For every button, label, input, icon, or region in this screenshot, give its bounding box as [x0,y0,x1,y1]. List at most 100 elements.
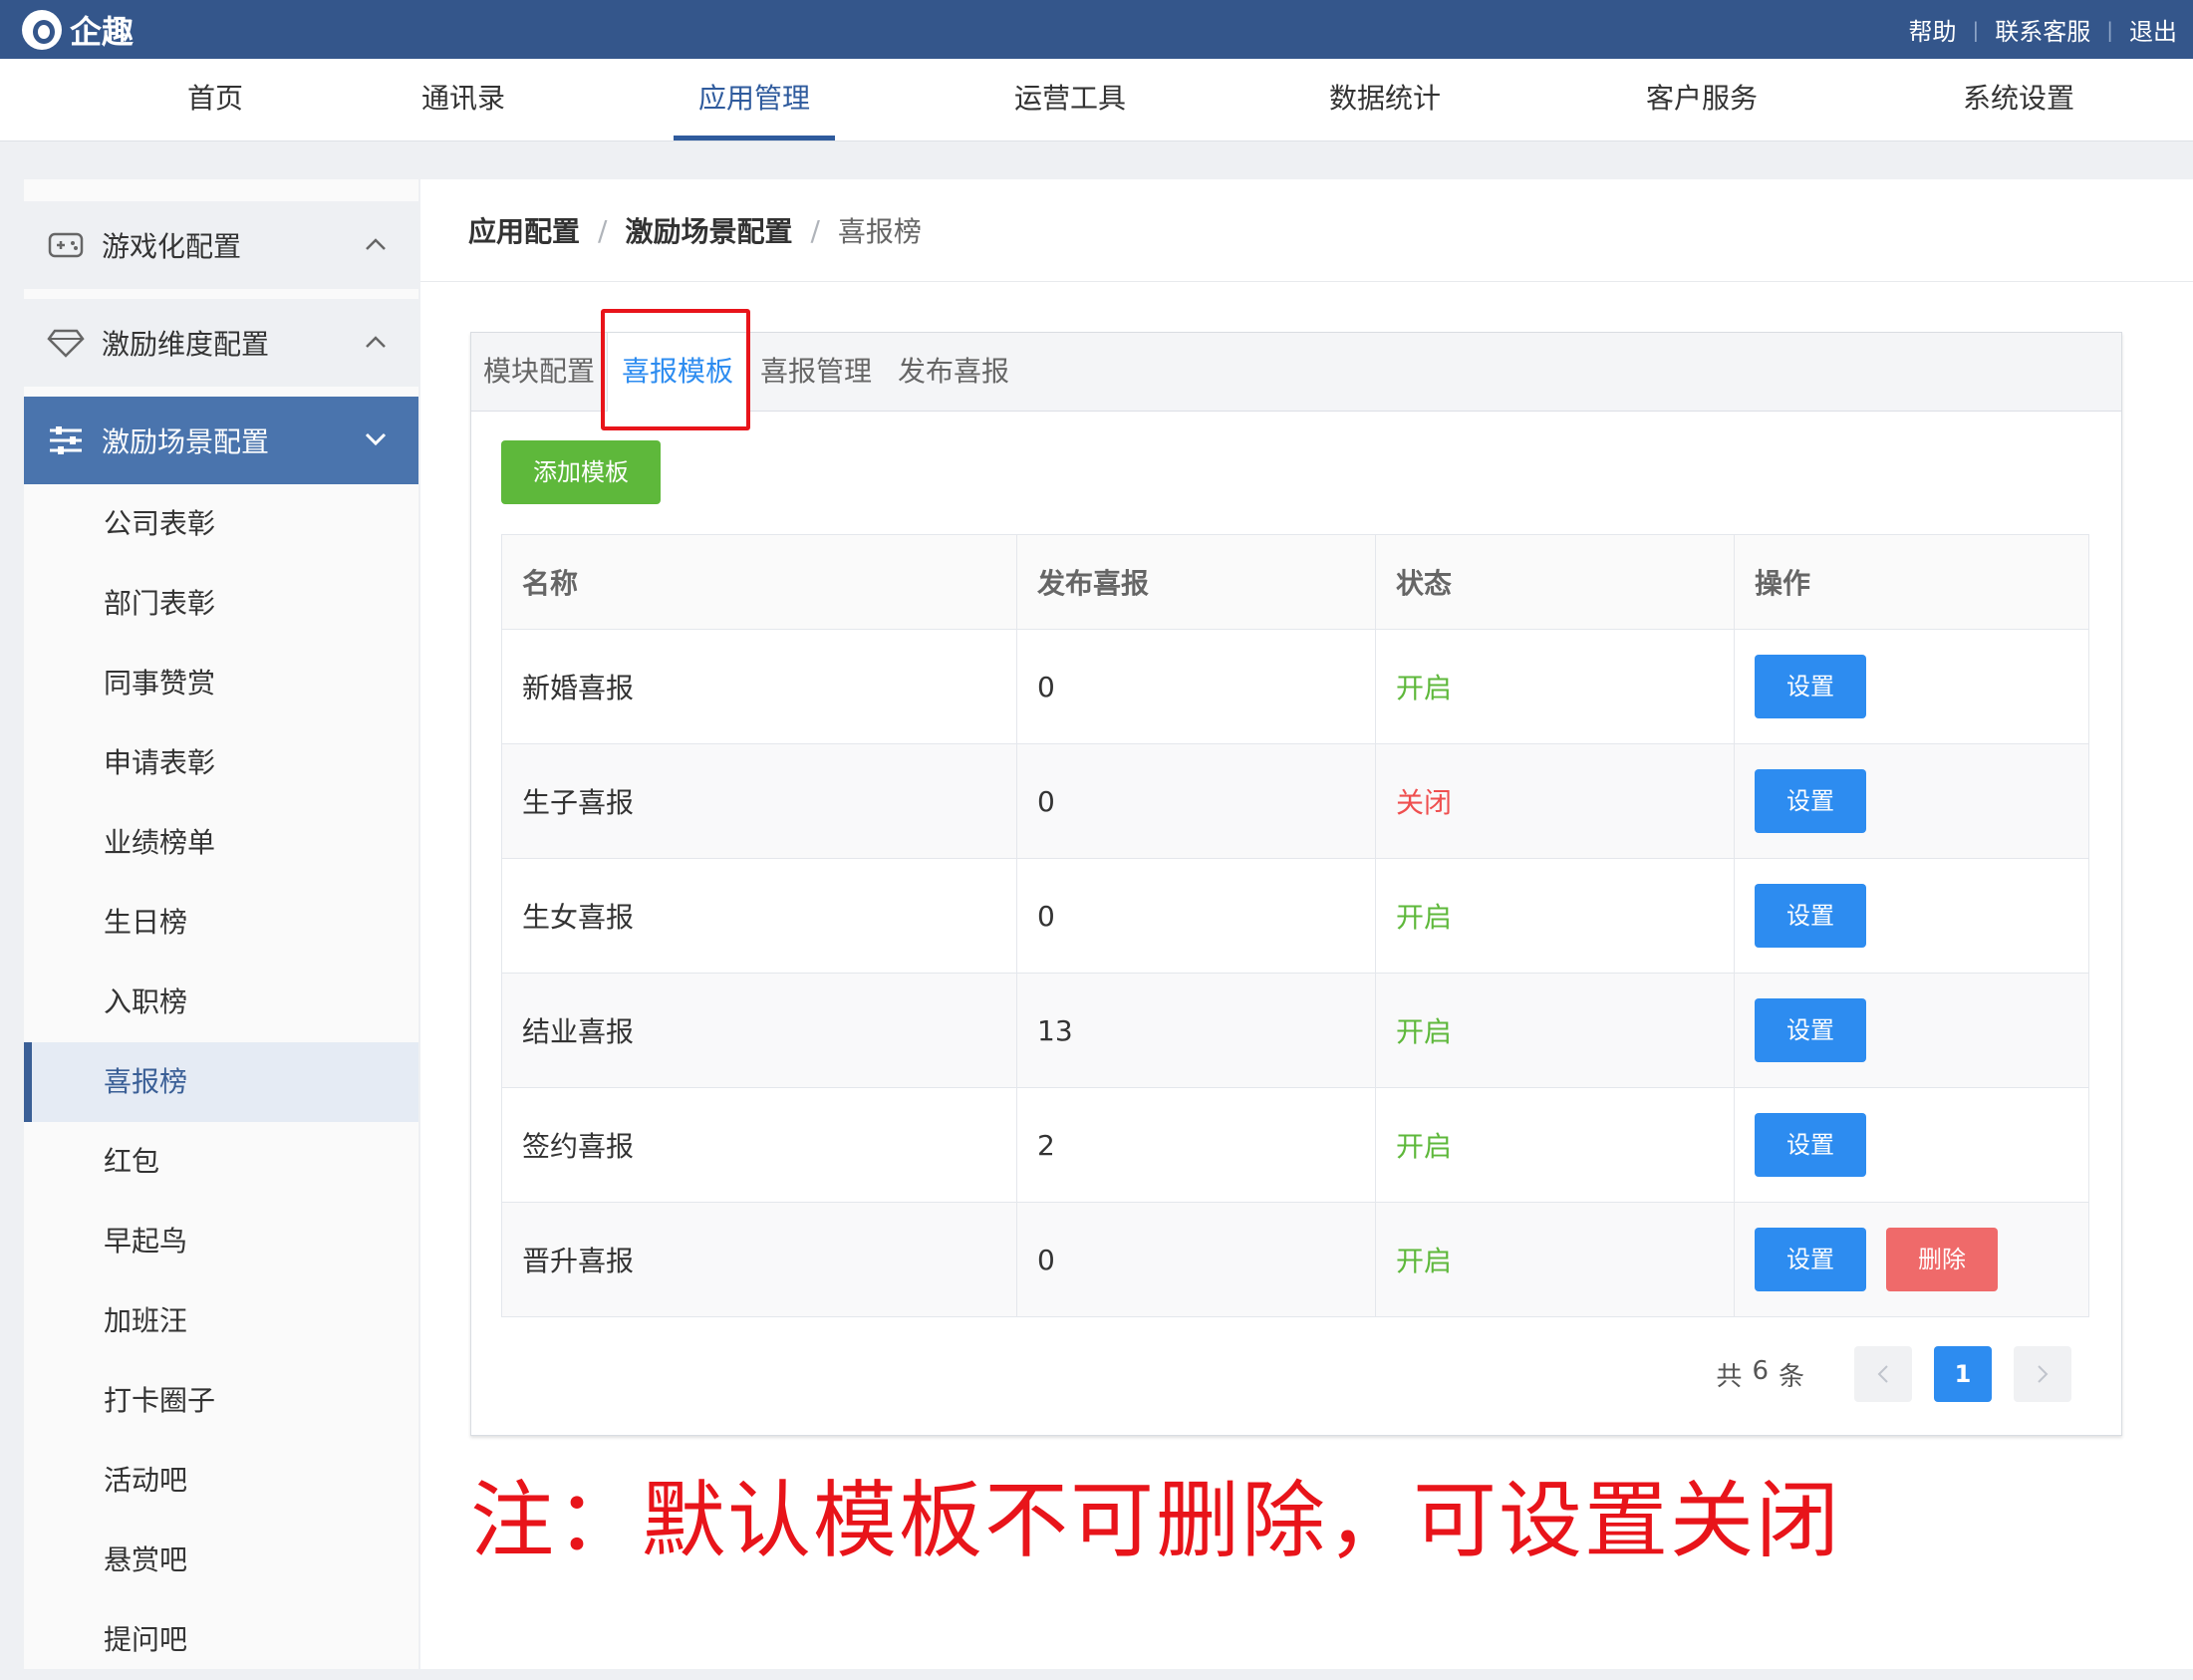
breadcrumb-item-app-config[interactable]: 应用配置 [468,210,580,250]
annotation-note: 注：默认模板不可删除，可设置关闭 [470,1472,1842,1569]
nav-item-operation-tools[interactable]: 运营工具 [1010,59,1130,140]
settings-button[interactable]: 设置 [1755,884,1866,948]
sidebar-item-onboarding-ranking[interactable]: 入职榜 [24,963,418,1042]
sidebar-group-label: 激励场景配置 [102,425,270,458]
total-value: 6 [1752,1355,1769,1386]
status-text: 开启 [1375,630,1734,743]
sidebar-item-birthday-ranking[interactable]: 生日榜 [24,883,418,963]
table-row: 生子喜报 0 关闭 设置 [502,743,2088,858]
tab-module-config[interactable]: 模块配置 [471,333,607,411]
column-header-actions: 操作 [1734,535,2090,629]
tab-publish-good-news[interactable]: 发布喜报 [886,333,1021,411]
page-button-current[interactable]: 1 [1934,1346,1992,1402]
chevron-right-icon [2038,1365,2049,1383]
template-table: 名称 发布喜报 状态 操作 新婚喜报 0 开启 设置 生子喜报 0 关闭 设置 [501,534,2089,1317]
nav-item-customer-service[interactable]: 客户服务 [1642,59,1762,140]
pagination: 共 6 条 1 [1716,1346,2071,1402]
contact-support-link[interactable]: 联系客服 [1995,12,2090,47]
help-link[interactable]: 帮助 [1909,12,1957,47]
table-row: 生女喜报 0 开启 设置 [502,858,2088,973]
breadcrumb-current: 喜报榜 [837,215,922,248]
settings-button[interactable]: 设置 [1755,1228,1866,1291]
delete-button[interactable]: 删除 [1886,1228,1998,1291]
sidebar-item-activity[interactable]: 活动吧 [24,1441,418,1521]
sidebar-group-incentive-dimension[interactable]: 激励维度配置 [24,299,418,387]
settings-button[interactable]: 设置 [1755,1113,1866,1177]
published-count: 0 [1016,744,1375,858]
template-name: 晋升喜报 [522,1245,635,1277]
sidebar-item-department-praise[interactable]: 部门表彰 [24,564,418,644]
nav-item-system-settings[interactable]: 系统设置 [1959,59,2078,140]
sidebar-item-apply-praise[interactable]: 申请表彰 [24,723,418,803]
tab-good-news-management[interactable]: 喜报管理 [746,333,886,411]
sidebar-item-company-praise[interactable]: 公司表彰 [24,484,418,564]
top-bar: 企趣 帮助 | 联系客服 | 退出 [0,0,2193,59]
logout-link[interactable]: 退出 [2129,12,2177,47]
actions-cell: 设置 删除 [1734,1203,2090,1316]
sliders-icon [46,420,86,460]
settings-button[interactable]: 设置 [1755,769,1866,833]
actions-cell: 设置 [1734,744,2090,858]
published-count: 2 [1016,1088,1375,1202]
brand-logo[interactable]: 企趣 [22,9,134,51]
sidebar-item-performance-ranking[interactable]: 业绩榜单 [24,803,418,883]
prev-page-button[interactable] [1854,1346,1912,1402]
actions-cell: 设置 [1734,1088,2090,1202]
table-row: 新婚喜报 0 开启 设置 [502,629,2088,743]
nav-item-data-statistics[interactable]: 数据统计 [1325,59,1445,140]
main-content: 应用配置 / 激励场景配置 / 喜报榜 模块配置 喜报模板 喜报管理 发布喜报 … [420,179,2193,1669]
actions-cell: 设置 [1734,974,2090,1087]
status-text: 开启 [1375,1088,1734,1202]
sidebar-item-checkin-circle[interactable]: 打卡圈子 [24,1361,418,1441]
status-text: 开启 [1375,859,1734,973]
brand-name: 企趣 [70,13,135,51]
nav-item-home[interactable]: 首页 [175,59,255,140]
total-suffix: 条 [1778,1361,1804,1392]
link-divider: | [1972,17,1980,42]
sidebar-item-early-bird[interactable]: 早起鸟 [24,1202,418,1281]
total-prefix: 共 [1716,1361,1743,1392]
sidebar-item-question[interactable]: 提问吧 [24,1600,418,1680]
logo-icon [22,10,62,50]
settings-button[interactable]: 设置 [1755,655,1866,718]
chevron-up-icon [365,236,387,255]
sidebar-group-label: 游戏化配置 [102,230,242,263]
published-count: 0 [1016,1203,1375,1316]
sidebar-item-good-news-ranking[interactable]: 喜报榜 [24,1042,418,1122]
column-header-published: 发布喜报 [1016,535,1375,629]
sidebar: 游戏化配置 激励维度配置 激励场景配置 公司表彰 部门表彰 同事赞赏 申请表彰 … [24,179,418,1669]
actions-cell: 设置 [1734,630,2090,743]
add-template-button[interactable]: 添加模板 [501,440,661,504]
template-name: 新婚喜报 [522,672,635,704]
sidebar-item-red-packet[interactable]: 红包 [24,1122,418,1202]
status-text: 开启 [1375,1203,1734,1316]
main-nav: 首页 通讯录 应用管理 运营工具 数据统计 客户服务 系统设置 [0,59,2193,141]
column-header-name: 名称 [522,567,579,600]
sidebar-item-bounty[interactable]: 悬赏吧 [24,1521,418,1600]
sidebar-item-overtime[interactable]: 加班汪 [24,1281,418,1361]
published-count: 0 [1016,859,1375,973]
column-header-status: 状态 [1375,535,1734,629]
template-name: 结业喜报 [522,1015,635,1048]
breadcrumb-item-incentive-scene[interactable]: 激励场景配置 [625,210,792,250]
template-name: 签约喜报 [522,1130,635,1163]
top-links: 帮助 | 联系客服 | 退出 [1909,0,2178,59]
sidebar-group-incentive-scene[interactable]: 激励场景配置 [24,397,418,484]
next-page-button[interactable] [2014,1346,2071,1402]
nav-item-app-management[interactable]: 应用管理 [674,59,835,140]
highlight-box [601,309,750,430]
link-divider: | [2106,17,2113,42]
breadcrumb: 应用配置 / 激励场景配置 / 喜报榜 [468,179,922,281]
nav-item-contacts[interactable]: 通讯录 [418,59,508,140]
template-name: 生子喜报 [522,786,635,819]
chevron-left-icon [1877,1365,1888,1383]
sidebar-item-colleague-appreciation[interactable]: 同事赞赏 [24,644,418,723]
breadcrumb-separator: / [598,213,608,247]
settings-button[interactable]: 设置 [1755,998,1866,1062]
table-row: 晋升喜报 0 开启 设置 删除 [502,1202,2088,1316]
total-count: 共 6 条 [1716,1356,1804,1393]
table-row: 签约喜报 2 开启 设置 [502,1087,2088,1202]
template-name: 生女喜报 [522,901,635,934]
sidebar-group-gamification[interactable]: 游戏化配置 [24,201,418,289]
diamond-icon [46,323,86,363]
